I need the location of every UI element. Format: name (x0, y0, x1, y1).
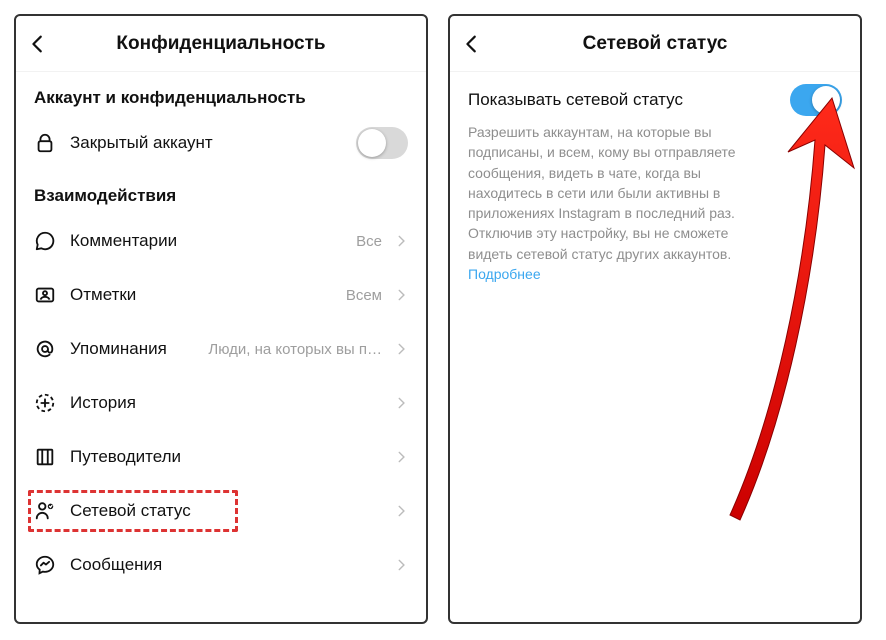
chevron-right-icon (388, 504, 408, 518)
story-icon (34, 392, 64, 414)
section-interact-title: Взаимодействия (16, 170, 426, 214)
messages-label: Сообщения (70, 555, 162, 575)
row-messages[interactable]: Сообщения (16, 538, 426, 592)
back-button[interactable] (16, 33, 60, 55)
at-icon (34, 338, 64, 360)
comment-icon (34, 230, 64, 252)
row-guides[interactable]: Путеводители (16, 430, 426, 484)
row-tags[interactable]: Отметки Всем (16, 268, 426, 322)
chevron-left-icon (461, 33, 483, 55)
privacy-screen: Конфиденциальность Аккаунт и конфиденциа… (14, 14, 428, 624)
activity-description: Разрешить аккаунтам, на которые вы подпи… (468, 122, 768, 264)
activity-label: Сетевой статус (70, 501, 191, 521)
row-mentions[interactable]: Упоминания Люди, на которых вы п… (16, 322, 426, 376)
tags-label: Отметки (70, 285, 136, 305)
row-private-account[interactable]: Закрытый аккаунт (16, 116, 426, 170)
comments-value: Все (356, 233, 382, 250)
row-activity-status[interactable]: Сетевой статус (16, 484, 426, 538)
show-activity-toggle[interactable] (790, 84, 842, 116)
chevron-right-icon (388, 342, 408, 356)
chevron-right-icon (388, 288, 408, 302)
chevron-right-icon (388, 450, 408, 464)
activity-status-screen: Сетевой статус Показывать сетевой статус… (448, 14, 862, 624)
private-account-toggle[interactable] (356, 127, 408, 159)
chevron-right-icon (388, 396, 408, 410)
header: Конфиденциальность (16, 16, 426, 72)
show-activity-label: Показывать сетевой статус (468, 84, 790, 110)
guides-icon (34, 446, 64, 468)
content: Показывать сетевой статус Разрешить акка… (450, 72, 860, 622)
chevron-right-icon (388, 558, 408, 572)
header: Сетевой статус (450, 16, 860, 72)
row-story[interactable]: История (16, 376, 426, 430)
back-button[interactable] (450, 33, 494, 55)
tags-value: Всем (346, 287, 382, 304)
chevron-left-icon (27, 33, 49, 55)
row-comments[interactable]: Комментарии Все (16, 214, 426, 268)
lock-icon (34, 132, 64, 154)
tag-icon (34, 284, 64, 306)
comments-label: Комментарии (70, 231, 177, 251)
private-account-label: Закрытый аккаунт (70, 133, 213, 153)
chevron-right-icon (388, 234, 408, 248)
story-label: История (70, 393, 136, 413)
mentions-value: Люди, на которых вы п… (208, 341, 382, 358)
learn-more-link[interactable]: Подробнее (468, 266, 541, 282)
page-title: Сетевой статус (450, 33, 860, 55)
messenger-icon (34, 554, 64, 576)
mentions-label: Упоминания (70, 339, 167, 359)
activity-icon (34, 500, 64, 522)
section-account-title: Аккаунт и конфиденциальность (16, 72, 426, 116)
page-title: Конфиденциальность (16, 33, 426, 55)
content: Аккаунт и конфиденциальность Закрытый ак… (16, 72, 426, 622)
guides-label: Путеводители (70, 447, 181, 467)
